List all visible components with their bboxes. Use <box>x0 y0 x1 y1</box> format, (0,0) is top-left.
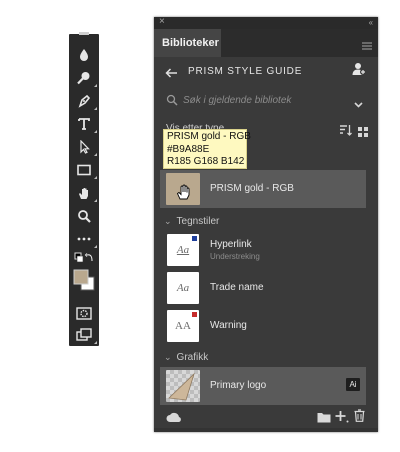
section-character-styles[interactable]: ⌄ Tegnstiler <box>164 215 219 228</box>
swatches-icon[interactable] <box>69 266 99 294</box>
library-title: PRISM STYLE GUIDE <box>188 66 303 77</box>
character-style-row[interactable]: Aa Hyperlink Understreking <box>160 231 366 269</box>
collaborate-icon[interactable] <box>352 62 366 81</box>
quick-mask-icon[interactable] <box>69 302 99 324</box>
tooltip-name: PRISM gold - RGB <box>167 131 251 142</box>
close-icon[interactable]: × <box>159 16 165 28</box>
library-search <box>154 87 378 113</box>
chevron-down-icon: ⌄ <box>164 352 172 362</box>
screen-mode-icon[interactable] <box>69 324 99 346</box>
panel-menu-icon[interactable] <box>362 37 372 55</box>
folder-icon[interactable] <box>317 410 331 428</box>
tooltip-rgb: R185 G168 B142 <box>167 156 245 167</box>
style-color-flag <box>192 312 197 317</box>
collapse-panel-icon[interactable]: ‹‹ <box>369 17 373 29</box>
character-style-preview: Aa <box>176 244 190 256</box>
cloud-icon[interactable] <box>166 410 182 428</box>
pen-icon[interactable] <box>69 90 99 112</box>
color-swatch-row[interactable]: PRISM gold - RGB <box>160 170 366 208</box>
color-tooltip: PRISM gold - RGB #B9A88E R185 G168 B142 <box>163 129 251 169</box>
resize-grip[interactable] <box>154 428 378 432</box>
character-style-name: Trade name <box>210 282 264 293</box>
section-graphics[interactable]: ⌄ Grafikk <box>164 351 208 364</box>
add-icon[interactable] <box>335 410 349 428</box>
illustrator-badge: Ai <box>346 378 360 391</box>
character-style-subtitle: Understreking <box>210 252 260 261</box>
tab-libraries[interactable]: Biblioteker <box>154 29 221 57</box>
character-style-row[interactable]: Aa Trade name <box>160 269 366 307</box>
character-style-thumbnail: AA <box>167 310 199 342</box>
hand-icon[interactable] <box>69 182 99 204</box>
character-style-thumbnail: Aa <box>167 234 199 266</box>
panel-tab-bar: Biblioteker <box>154 29 378 57</box>
zoom-icon[interactable] <box>69 205 99 227</box>
character-style-name: Hyperlink <box>210 239 252 250</box>
tooltip-hex: #B9A88E <box>167 143 210 155</box>
style-color-flag <box>192 236 197 241</box>
character-style-name: Warning <box>210 320 247 331</box>
eyedropper-icon[interactable] <box>69 44 99 66</box>
selection-icon[interactable] <box>69 136 99 158</box>
grid-view-icon[interactable] <box>358 124 368 142</box>
chevron-down-icon: ⌄ <box>164 216 172 226</box>
type-icon[interactable] <box>69 113 99 135</box>
character-style-thumbnail: Aa <box>167 272 199 304</box>
tools-toolbar <box>69 32 99 346</box>
more-icon[interactable] <box>69 228 99 250</box>
character-style-row[interactable]: AA Warning <box>160 307 366 345</box>
section-label: Grafikk <box>176 352 209 363</box>
color-swatch-name: PRISM gold - RGB <box>210 183 294 194</box>
chevron-down-icon[interactable] <box>354 95 363 113</box>
graphic-thumbnail <box>166 370 200 402</box>
panel-footer <box>154 406 378 428</box>
character-style-preview: AA <box>175 320 191 332</box>
spot-heal-icon[interactable] <box>69 67 99 89</box>
rectangle-icon[interactable] <box>69 159 99 181</box>
hand-cursor-icon <box>176 184 190 205</box>
graphic-row[interactable]: Primary logo Ai <box>160 367 366 405</box>
section-label: Tegnstiler <box>176 216 220 227</box>
toolbar-collapse-handle[interactable] <box>69 30 99 38</box>
sort-icon[interactable] <box>339 123 352 141</box>
character-style-preview: Aa <box>176 282 190 294</box>
trash-icon[interactable] <box>354 409 365 427</box>
search-icon <box>166 93 178 111</box>
back-arrow-icon[interactable] <box>165 65 178 83</box>
default-colors-icon[interactable] <box>69 250 99 266</box>
library-header: PRISM STYLE GUIDE <box>154 57 378 85</box>
search-input[interactable] <box>183 91 343 109</box>
libraries-panel: × ‹‹ Biblioteker PRISM STYLE GUIDE Vis e… <box>154 16 378 432</box>
graphic-name: Primary logo <box>210 380 267 391</box>
panel-titlebar: × ‹‹ <box>154 16 378 29</box>
